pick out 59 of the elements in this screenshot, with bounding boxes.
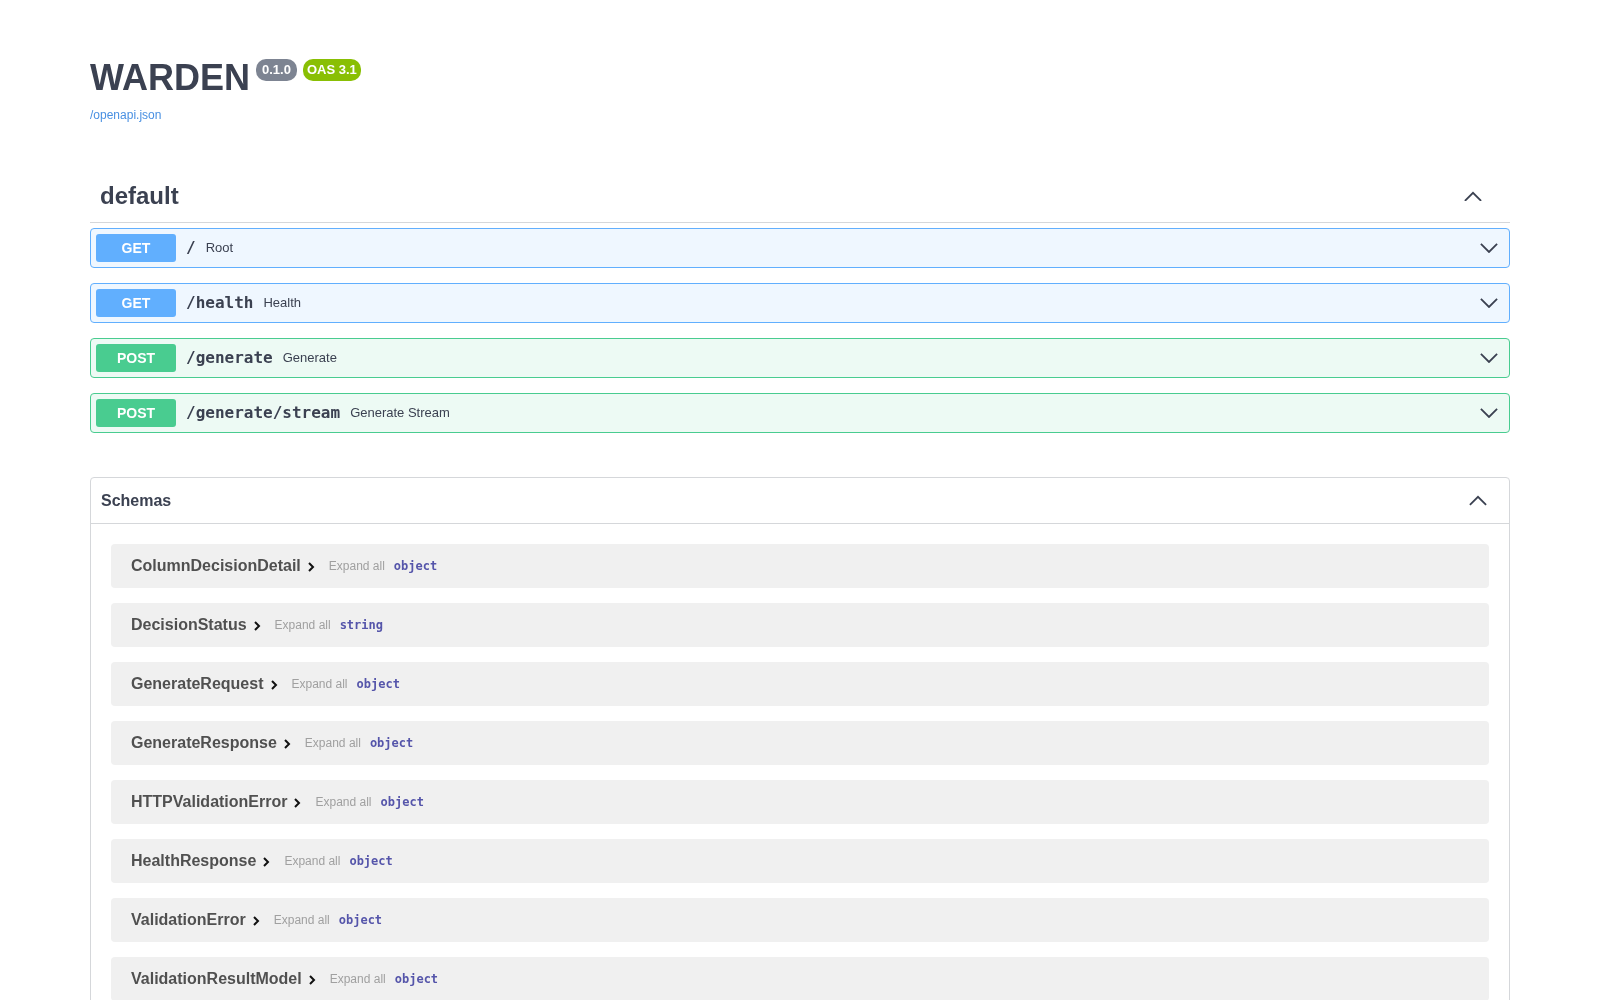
operation-row[interactable]: GET / Root (90, 228, 1510, 268)
operation-row[interactable]: POST /generate/stream Generate Stream (90, 393, 1510, 433)
schema-name[interactable]: GenerateResponse (131, 731, 277, 755)
method-badge: POST (96, 344, 176, 372)
schemas-heading[interactable]: Schemas (101, 488, 172, 513)
operation-summary: Generate (282, 349, 338, 368)
chevron-right-icon[interactable] (270, 680, 278, 690)
schema-row[interactable]: ValidationResultModel Expand all object (111, 957, 1489, 1000)
schema-row[interactable]: HealthResponse Expand all object (111, 839, 1489, 883)
version-badge: 0.1.0 (256, 59, 297, 81)
chevron-right-icon[interactable] (307, 562, 315, 572)
schema-type: string (339, 617, 383, 634)
schema-row[interactable]: GenerateResponse Expand all object (111, 721, 1489, 765)
operation-summary: Root (205, 239, 235, 258)
chevron-down-icon[interactable] (1480, 352, 1498, 364)
schema-row[interactable]: ValidationError Expand all object (111, 898, 1489, 942)
schema-name[interactable]: HealthResponse (131, 849, 257, 873)
schema-name[interactable]: GenerateRequest (131, 672, 264, 696)
operation-path: / (186, 237, 196, 259)
schema-name[interactable]: ValidationError (131, 908, 246, 932)
chevron-right-icon[interactable] (263, 857, 271, 867)
api-title: WARDEN (90, 58, 250, 98)
schema-name[interactable]: DecisionStatus (131, 613, 247, 637)
operation-path: /health (186, 292, 254, 314)
chevron-right-icon[interactable] (308, 975, 316, 985)
chevron-down-icon[interactable] (1480, 297, 1498, 309)
schema-row[interactable]: DecisionStatus Expand all string (111, 603, 1489, 647)
schema-row[interactable]: ColumnDecisionDetail Expand all object (111, 544, 1489, 588)
operation-summary: Health (263, 294, 302, 313)
chevron-up-icon[interactable] (1469, 495, 1487, 506)
operation-row[interactable]: POST /generate Generate (90, 338, 1510, 378)
chevron-right-icon[interactable] (252, 916, 260, 926)
schema-type: object (338, 912, 383, 929)
chevron-down-icon[interactable] (1480, 242, 1498, 254)
chevron-right-icon[interactable] (294, 798, 302, 808)
chevron-right-icon[interactable] (283, 739, 291, 749)
schema-type: object (369, 735, 414, 752)
oas-badge: OAS 3.1 (302, 59, 361, 81)
operation-path: /generate (186, 347, 273, 369)
schema-name[interactable]: ValidationResultModel (131, 967, 302, 991)
schema-type: object (394, 971, 439, 988)
schema-type: object (393, 558, 438, 575)
tag-heading[interactable]: default (100, 178, 179, 214)
schema-type: object (380, 794, 424, 811)
method-badge: GET (96, 289, 176, 317)
schema-row[interactable]: GenerateRequest Expand all object (111, 662, 1489, 706)
chevron-down-icon[interactable] (1480, 407, 1498, 419)
chevron-right-icon[interactable] (253, 621, 261, 631)
schema-name[interactable]: HTTPValidationError (131, 790, 288, 814)
chevron-up-icon[interactable] (1464, 190, 1482, 202)
method-badge: POST (96, 399, 176, 427)
operation-summary: Generate Stream (350, 404, 451, 423)
schema-name[interactable]: ColumnDecisionDetail (131, 554, 301, 578)
method-badge: GET (96, 234, 176, 262)
schema-type: object (356, 676, 400, 693)
schema-row[interactable]: HTTPValidationError Expand all object (111, 780, 1489, 824)
operation-path: /generate/stream (186, 402, 341, 424)
operation-row[interactable]: GET /health Health (90, 283, 1510, 323)
schema-type: object (349, 853, 393, 870)
